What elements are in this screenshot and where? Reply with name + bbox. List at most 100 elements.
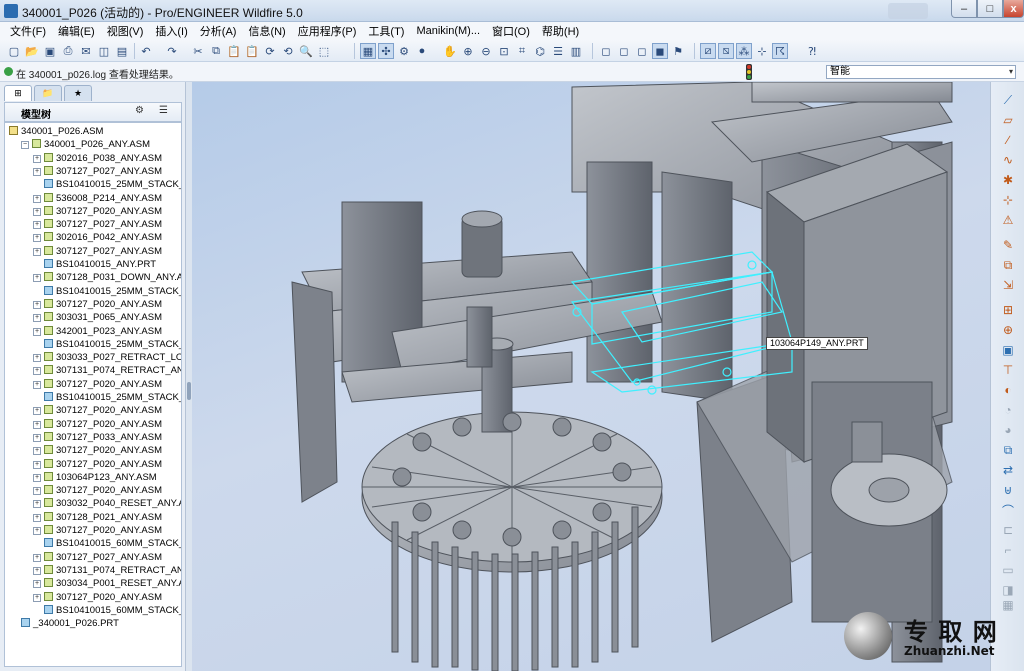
menu-tools[interactable]: 工具(T) xyxy=(362,23,410,39)
graphics-viewport[interactable]: 103064P149_ANY.PRT xyxy=(192,82,990,671)
extend-tool-icon[interactable]: ⌐ xyxy=(1000,542,1016,558)
menu-info[interactable]: 信息(N) xyxy=(242,23,291,39)
tree-row[interactable]: 340001_P026.ASM xyxy=(9,125,103,138)
tree-row[interactable]: +303032_P040_RESET_ANY.ASM xyxy=(33,497,181,510)
axis-tool-icon[interactable]: ∕ xyxy=(1000,132,1016,148)
email-icon[interactable]: ✉ xyxy=(78,43,94,59)
maximize-button[interactable]: □ xyxy=(977,0,1003,18)
expand-icon[interactable]: + xyxy=(33,314,41,323)
menu-applications[interactable]: 应用程序(P) xyxy=(292,23,363,39)
minimize-button[interactable]: – xyxy=(951,0,977,18)
tree-row[interactable]: BS10410015_25MM_STACK_ANY. xyxy=(33,338,181,351)
wireframe-icon[interactable]: ◻ xyxy=(598,43,614,59)
menu-manikin[interactable]: Manikin(M)... xyxy=(410,25,486,37)
spin-center-icon[interactable]: ✣ xyxy=(378,43,394,59)
tree-row[interactable]: +307127_P020_ANY.ASM xyxy=(33,484,162,497)
tab-model-tree[interactable]: ⊞ xyxy=(4,85,32,101)
pan-icon[interactable]: ✋ xyxy=(442,43,458,59)
reorient-icon[interactable]: ⌗ xyxy=(514,43,530,59)
selection-filter-dropdown[interactable]: 智能 ▾ xyxy=(826,65,1016,79)
tree-row[interactable]: +307131_P074_RETRACT_ANY.ASM xyxy=(33,564,181,577)
menu-analysis[interactable]: 分析(A) xyxy=(194,23,243,39)
sketch-tool-icon[interactable]: ✎ xyxy=(1000,237,1016,253)
close-button[interactable]: x xyxy=(1003,0,1024,18)
print-icon[interactable]: ⎙ xyxy=(60,43,76,59)
expand-icon[interactable]: + xyxy=(33,327,41,336)
tree-settings-icon[interactable]: ⚙ xyxy=(135,105,144,116)
expand-icon[interactable]: + xyxy=(33,380,41,389)
hole-tool-icon[interactable]: ⊤ xyxy=(1000,362,1016,378)
new-icon[interactable]: ▢ xyxy=(6,43,22,59)
tree-row[interactable]: +307127_P020_ANY.ASM xyxy=(33,298,162,311)
tree-row[interactable]: +307127_P020_ANY.ASM xyxy=(33,205,162,218)
tree-row[interactable]: +307127_P033_ANY.ASM xyxy=(33,431,162,444)
redo-icon[interactable]: ↷ xyxy=(164,43,180,59)
tree-columns-icon[interactable]: ☰ xyxy=(159,105,168,116)
expand-icon[interactable]: + xyxy=(33,221,41,230)
expand-icon[interactable]: + xyxy=(33,460,41,469)
tab-favorites[interactable]: ★ xyxy=(64,85,92,101)
expand-icon[interactable]: + xyxy=(33,354,41,363)
cut-icon[interactable]: ✂ xyxy=(190,43,206,59)
coord-sys-icon[interactable]: ⊹ xyxy=(754,43,770,59)
offset-tool-icon[interactable]: ⊏ xyxy=(1000,522,1016,538)
expand-icon[interactable]: + xyxy=(33,420,41,429)
whats-this-icon[interactable]: ⁈ xyxy=(804,43,820,59)
expand-icon[interactable]: + xyxy=(33,207,41,216)
tree-row[interactable]: +307127_P020_ANY.ASM xyxy=(33,591,162,604)
solidify-tool-icon[interactable]: ◨ xyxy=(1000,582,1016,598)
expand-icon[interactable]: + xyxy=(33,234,41,243)
refit-icon[interactable]: ⊡ xyxy=(496,43,512,59)
tree-row[interactable]: +303031_P065_ANY.ASM xyxy=(33,311,162,324)
tree-row[interactable]: +302016_P038_ANY.ASM xyxy=(33,152,162,165)
undo-icon[interactable]: ↶ xyxy=(138,43,154,59)
cut-tool-icon[interactable]: ◐ xyxy=(1000,382,1016,398)
tree-row[interactable]: _340001_P026.PRT xyxy=(21,617,119,630)
assemble-tool-icon[interactable]: ⊞ xyxy=(1000,302,1016,318)
regenerate-icon[interactable]: ⟳ xyxy=(262,43,278,59)
repaint-icon[interactable]: ▦ xyxy=(360,43,376,59)
tree-row[interactable]: − 340001_P026_ANY.ASM xyxy=(21,138,150,151)
datum-point-icon[interactable]: ⁂ xyxy=(736,43,752,59)
enhanced-realism-icon[interactable]: ⚑ xyxy=(670,43,686,59)
tree-row[interactable]: +536008_P214_ANY.ASM xyxy=(33,192,162,205)
datum-axis-icon[interactable]: ⧅ xyxy=(718,43,734,59)
tree-row[interactable]: +307127_P020_ANY.ASM xyxy=(33,444,162,457)
tree-row[interactable]: +307127_P027_ANY.ASM xyxy=(33,165,162,178)
menu-edit[interactable]: 编辑(E) xyxy=(52,23,101,39)
menu-view[interactable]: 视图(V) xyxy=(101,23,150,39)
save-icon[interactable]: ▣ xyxy=(42,43,58,59)
expand-icon[interactable]: + xyxy=(33,513,41,522)
view-manager-icon[interactable]: ▥ xyxy=(568,43,584,59)
datum-plane-icon[interactable]: ⧄ xyxy=(700,43,716,59)
find-icon[interactable]: 🔍 xyxy=(298,43,314,59)
menu-insert[interactable]: 插入(I) xyxy=(149,23,193,39)
assembly-model[interactable] xyxy=(192,82,990,671)
tree-row[interactable]: +307127_P020_ANY.ASM xyxy=(33,418,162,431)
expand-icon[interactable]: + xyxy=(33,580,41,589)
edit-tool-icon[interactable]: ⧉ xyxy=(1000,257,1016,273)
tree-row[interactable]: BS10410015_ANY.PRT xyxy=(33,258,156,271)
expand-icon[interactable]: + xyxy=(33,194,41,203)
point-tool-icon[interactable]: ✱ xyxy=(1000,172,1016,188)
trim-tool-icon[interactable]: ⌒ xyxy=(1000,502,1016,518)
package-tool-icon[interactable]: ▣ xyxy=(1000,342,1016,358)
expand-icon[interactable]: + xyxy=(33,433,41,442)
send-icon[interactable]: ◫ xyxy=(96,43,112,59)
expand-icon[interactable]: + xyxy=(33,367,41,376)
expand-icon[interactable]: + xyxy=(33,500,41,509)
expand-icon[interactable]: + xyxy=(33,300,41,309)
expand-icon[interactable]: + xyxy=(33,154,41,163)
named-views-icon[interactable]: ⌬ xyxy=(532,43,548,59)
select-box-icon[interactable]: ⬚ xyxy=(316,43,332,59)
regen-manager-icon[interactable]: ⟲ xyxy=(280,43,296,59)
annotation-icon[interactable]: ☈ xyxy=(772,43,788,59)
menu-file[interactable]: 文件(F) xyxy=(6,23,52,39)
mirror-tool-icon[interactable]: ⇄ xyxy=(1000,462,1016,478)
datum-plane-tool-icon[interactable]: ⟋ xyxy=(1000,92,1016,108)
open-icon[interactable]: 📂 xyxy=(24,43,40,59)
no-hidden-icon[interactable]: ◻ xyxy=(634,43,650,59)
tree-row[interactable]: BS10410015_60MM_STACK_ANY. xyxy=(33,604,181,617)
tree-row[interactable]: +307127_P027_ANY.ASM xyxy=(33,551,162,564)
expand-icon[interactable]: + xyxy=(33,407,41,416)
